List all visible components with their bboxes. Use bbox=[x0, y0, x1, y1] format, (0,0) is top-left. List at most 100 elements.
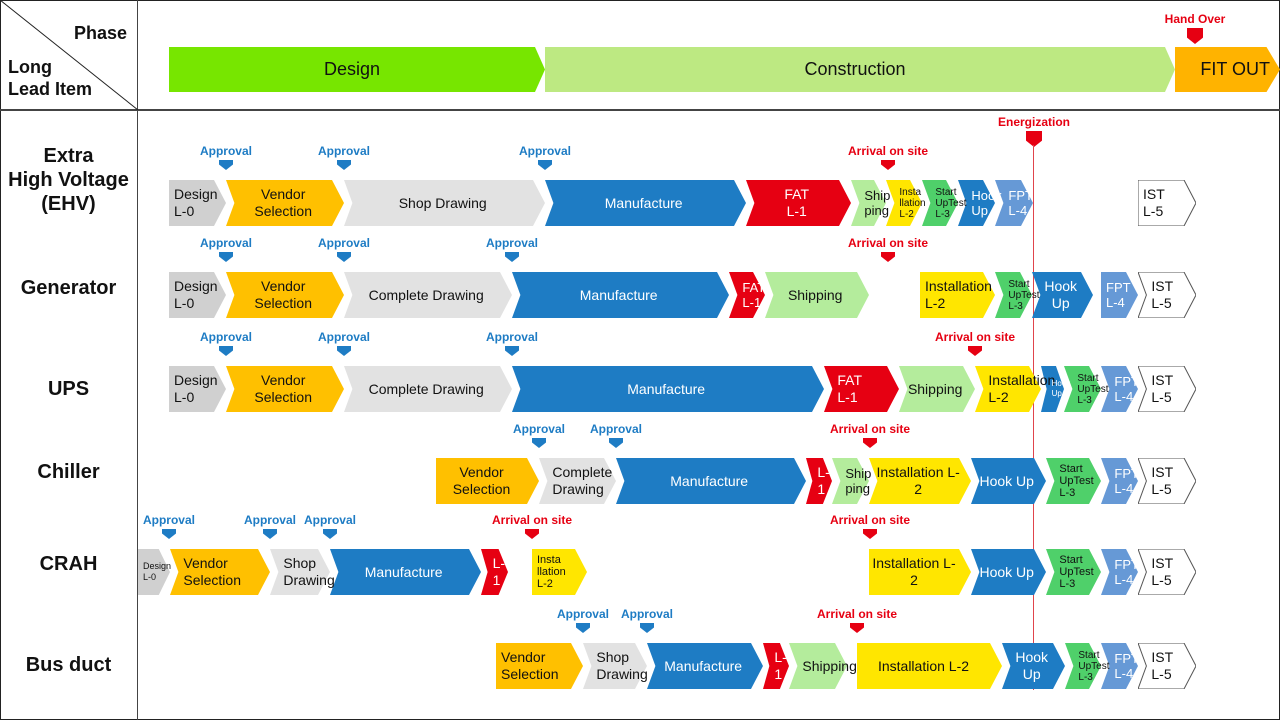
task-design: Design L-0 bbox=[169, 366, 226, 412]
task-manufacture: Manufacture bbox=[545, 180, 746, 226]
task-hookup: Hook Up bbox=[971, 458, 1046, 504]
corner-phase-label: Phase bbox=[73, 23, 127, 43]
task-vendor: Vendor Selection bbox=[226, 366, 344, 412]
task-fat: FAT L-1 bbox=[824, 366, 899, 412]
task-ist-label: IST L-5 bbox=[1151, 555, 1174, 588]
task-shipping: Shipping bbox=[789, 643, 857, 689]
row-label: CRAH bbox=[39, 553, 98, 575]
approval-marker-label: Approval bbox=[303, 513, 356, 527]
task-hookup-label: Hook Up bbox=[1051, 379, 1071, 398]
task-design: Design L-0 bbox=[169, 272, 226, 318]
phase-design-label: Design bbox=[323, 59, 381, 79]
approval-marker-label: Approval bbox=[199, 330, 252, 344]
task-manufacture: Manufacture bbox=[330, 549, 481, 595]
task-fpt-label: FPT L-4 bbox=[1114, 466, 1139, 496]
task-design: Design L-0 bbox=[169, 180, 226, 226]
down-pointer-icon bbox=[863, 529, 877, 539]
task-drawing: Complete Drawing bbox=[539, 458, 616, 504]
task-ist-label: IST L-5 bbox=[1151, 464, 1174, 497]
down-pointer-icon bbox=[219, 346, 233, 356]
task-fpt-label: FPT L-4 bbox=[1114, 651, 1139, 681]
task-installation-label: Installation L-2 bbox=[877, 657, 970, 674]
task-fpt: FPT L-4 bbox=[1101, 272, 1138, 318]
row-label: Generator bbox=[20, 277, 117, 299]
task-fat-label: FAT L-1 bbox=[784, 186, 809, 219]
arrival-marker: Arrival on site bbox=[810, 513, 930, 539]
task-vendor-label: Vendor Selection bbox=[254, 278, 312, 311]
task-installation: Insta llation L-2 bbox=[532, 549, 587, 595]
task-drawing: Shop Drawing bbox=[270, 549, 335, 595]
task-ist-label: IST L-5 bbox=[1143, 186, 1165, 219]
energization-line bbox=[1033, 145, 1034, 690]
task-drawing-label: Complete Drawing bbox=[368, 286, 484, 303]
task-hookup-label: Hook Up bbox=[979, 563, 1034, 580]
header-divider bbox=[0, 109, 1280, 111]
task-shipping: Shipping bbox=[765, 272, 869, 318]
task-installation-label: Installation L-2 bbox=[988, 372, 1056, 405]
approval-marker-label: Approval bbox=[620, 607, 673, 621]
task-drawing-label: Complete Drawing bbox=[368, 380, 484, 397]
arrival-marker-label: Arrival on site bbox=[829, 513, 911, 527]
task-shipping: Ship ping bbox=[832, 458, 871, 504]
arrival-marker-label: Energization bbox=[997, 115, 1070, 129]
approval-marker: Approval bbox=[284, 330, 404, 356]
task-vendor-label: Vendor Selection bbox=[452, 464, 511, 497]
down-pointer-icon bbox=[505, 252, 519, 262]
down-pointer-icon bbox=[337, 252, 351, 262]
row-label: Extra High Voltage (EHV) bbox=[8, 145, 129, 215]
down-pointer-icon bbox=[881, 160, 895, 170]
task-vendor-label: Vendor Selection bbox=[183, 555, 241, 588]
approval-marker: Approval bbox=[270, 513, 390, 539]
arrival-marker-label: Arrival on site bbox=[816, 607, 898, 621]
task-manufacture: Manufacture bbox=[647, 643, 763, 689]
arrival-marker: Arrival on site bbox=[915, 330, 1035, 356]
task-installation: Installation L-2 bbox=[920, 272, 995, 318]
arrival-marker: Arrival on site bbox=[828, 236, 948, 262]
row-label: Chiller bbox=[37, 461, 100, 483]
task-drawing-label: Shop Drawing bbox=[283, 555, 335, 588]
task-installation-label: Installation L-2 bbox=[876, 464, 960, 497]
down-pointer-icon bbox=[337, 160, 351, 170]
task-installation-label: Insta llation L-2 bbox=[899, 186, 926, 220]
task-fpt-label: FPT L-4 bbox=[1114, 557, 1139, 587]
arrival-marker-label: Arrival on site bbox=[847, 144, 929, 158]
task-hookup: Hook Up bbox=[971, 549, 1046, 595]
approval-marker-label: Approval bbox=[317, 236, 370, 250]
phase-construction-label: Construction bbox=[804, 59, 906, 79]
task-ist: IST L-5 bbox=[1138, 366, 1196, 412]
task-startup: Start UpTest L-3 bbox=[1065, 643, 1110, 689]
task-ist: IST L-5 bbox=[1138, 180, 1196, 226]
approval-marker-label: Approval bbox=[589, 422, 642, 436]
task-shipping-label: Shipping bbox=[907, 380, 963, 397]
task-fat: L-1 bbox=[481, 549, 508, 595]
task-vendor: Vendor Selection bbox=[170, 549, 270, 595]
down-pointer-icon bbox=[219, 252, 233, 262]
down-pointer-icon bbox=[323, 529, 337, 539]
task-fpt-label: FPT L-4 bbox=[1106, 280, 1131, 310]
approval-marker-label: Approval bbox=[317, 144, 370, 158]
task-ist-label: IST L-5 bbox=[1151, 278, 1174, 311]
task-installation: Insta llation L-2 bbox=[886, 180, 926, 226]
task-hookup-label: Hook Up bbox=[1015, 649, 1049, 682]
task-installation: Installation L-2 bbox=[869, 549, 971, 595]
task-design-label: Design L-0 bbox=[174, 278, 218, 311]
task-startup-label: Start UpTest L-3 bbox=[1078, 649, 1110, 683]
task-drawing: Shop Drawing bbox=[583, 643, 648, 689]
down-pointer-icon bbox=[1026, 131, 1042, 147]
task-drawing-label: Shop Drawing bbox=[398, 194, 487, 211]
task-fpt: FPT L-4 bbox=[1101, 458, 1139, 504]
task-ist: IST L-5 bbox=[1138, 549, 1196, 595]
task-vendor: Vendor Selection bbox=[226, 272, 344, 318]
down-pointer-icon bbox=[337, 346, 351, 356]
arrival-marker-label: Hand Over bbox=[1164, 12, 1226, 26]
down-pointer-icon bbox=[525, 529, 539, 539]
task-vendor: Vendor Selection bbox=[496, 643, 583, 689]
arrival-marker-label: Arrival on site bbox=[829, 422, 911, 436]
task-ist: IST L-5 bbox=[1138, 458, 1196, 504]
task-drawing: Shop Drawing bbox=[344, 180, 545, 226]
approval-marker-label: Approval bbox=[317, 330, 370, 344]
task-fpt-label: FPT L-4 bbox=[1114, 374, 1139, 404]
task-fat: FAT L-1 bbox=[729, 272, 765, 318]
arrival-marker-label: Arrival on site bbox=[934, 330, 1016, 344]
task-manufacture-label: Manufacture bbox=[670, 472, 749, 489]
